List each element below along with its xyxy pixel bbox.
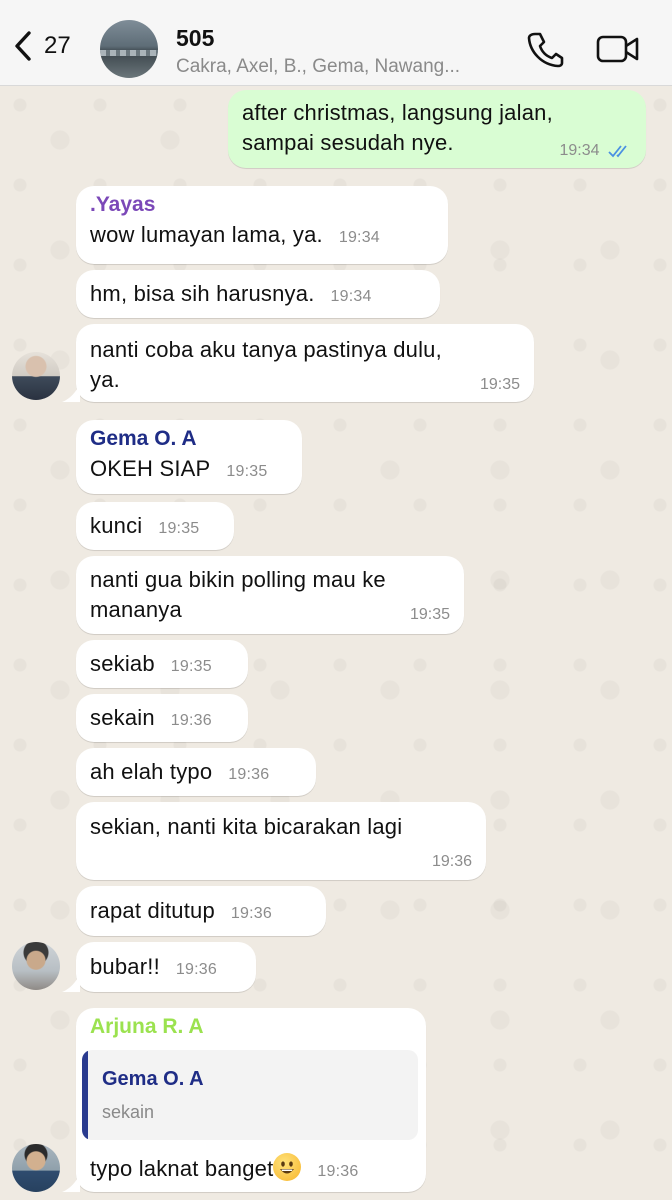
message-time: 19:34 <box>559 142 600 159</box>
message-text-line-1: nanti coba aku tanya pastinya dulu, <box>90 337 442 362</box>
unread-count: 27 <box>44 32 71 59</box>
message-text-line-2: mananya <box>90 597 182 622</box>
message-row: ah elah typo 19:36 <box>90 757 302 790</box>
message-time: 19:35 <box>409 606 450 623</box>
message-text: sekain <box>90 705 155 730</box>
message-row: rapat ditutup 19:36 <box>90 896 312 929</box>
outgoing-message-bubble[interactable]: after christmas, langsung jalan, sampai … <box>228 90 646 168</box>
incoming-message-bubble[interactable]: sekain 19:36 <box>76 694 248 742</box>
message-text: sekiab <box>90 651 155 676</box>
quote-accent-bar <box>82 1050 88 1140</box>
group-avatar[interactable] <box>100 20 158 78</box>
message-text: ah elah typo <box>90 759 213 784</box>
chat-members[interactable]: Cakra, Axel, B., Gema, Nawang... <box>176 56 516 78</box>
incoming-message-bubble[interactable]: ah elah typo 19:36 <box>76 748 316 796</box>
message-row: sekain 19:36 <box>90 703 234 736</box>
message-text-line-1: nanti gua bikin polling mau ke <box>90 567 386 592</box>
message-time: 19:36 <box>228 766 270 783</box>
quoted-text: sekain <box>102 1102 155 1122</box>
quoted-sender: Gema O. A <box>102 1068 204 1090</box>
message-time: 19:35 <box>479 376 520 393</box>
message-time: 19:35 <box>226 463 268 480</box>
message-row: wow lumayan lama, ya. 19:34 <box>90 220 434 253</box>
message-text: typo laknat banget <box>90 1156 274 1181</box>
message-text: OKEH SIAP <box>90 456 211 481</box>
message-text-line-1: after christmas, langsung jalan, <box>242 100 553 125</box>
bubble-tail <box>62 384 80 402</box>
chevron-left-icon <box>15 31 31 61</box>
incoming-message-bubble[interactable]: Gema O. A OKEH SIAP 19:35 <box>76 420 302 494</box>
message-row: bubar!! 19:36 <box>90 952 242 985</box>
message-time: 19:34 <box>330 288 372 305</box>
incoming-message-bubble[interactable]: nanti coba aku tanya pastinya dulu, ya. … <box>76 324 534 402</box>
message-text: kunci <box>90 513 143 538</box>
message-time: 19:35 <box>158 520 200 537</box>
bubble-tail <box>62 1174 80 1192</box>
sender-name: Arjuna R. A <box>90 1015 204 1038</box>
message-text: bubar!! <box>90 954 160 979</box>
incoming-message-bubble[interactable]: sekian, nanti kita bicarakan lagi 19:36 <box>76 802 486 880</box>
message-text: sekian, nanti kita bicarakan lagi <box>90 814 403 839</box>
message-text: wow lumayan lama, ya. <box>90 222 323 247</box>
message-time: 19:36 <box>230 905 272 922</box>
avatar[interactable] <box>12 352 60 400</box>
message-time: 19:34 <box>338 229 380 246</box>
message-meta: 19:34 <box>560 142 633 160</box>
incoming-message-bubble[interactable]: .Yayas wow lumayan lama, ya. 19:34 <box>76 186 448 264</box>
message-row: hm, bisa sih harusnya. 19:34 <box>90 279 426 312</box>
message-row: sekiab 19:35 <box>90 649 234 682</box>
incoming-message-bubble[interactable]: kunci 19:35 <box>76 502 234 550</box>
message-time: 19:36 <box>175 961 217 978</box>
sender-name: .Yayas <box>90 193 156 216</box>
grinning-face-emoji <box>273 1153 302 1181</box>
message-time: 19:36 <box>431 853 472 870</box>
back-button[interactable]: 27 <box>12 26 71 66</box>
video-camera-icon[interactable] <box>596 34 640 64</box>
incoming-message-bubble[interactable]: hm, bisa sih harusnya. 19:34 <box>76 270 440 318</box>
sender-name: Gema O. A <box>90 427 197 450</box>
incoming-message-bubble[interactable]: bubar!! 19:36 <box>76 942 256 992</box>
chat-header: 27 505 Cakra, Axel, B., Gema, Nawang... <box>0 0 672 86</box>
message-row: kunci 19:35 <box>90 511 220 544</box>
message-time: 19:35 <box>170 658 212 675</box>
message-text: rapat ditutup <box>90 898 215 923</box>
message-time: 19:36 <box>317 1163 359 1180</box>
incoming-message-bubble[interactable]: sekiab 19:35 <box>76 640 248 688</box>
message-text: hm, bisa sih harusnya. <box>90 281 315 306</box>
message-time: 19:36 <box>170 712 212 729</box>
incoming-message-bubble[interactable]: nanti gua bikin polling mau ke mananya 1… <box>76 556 464 634</box>
avatar[interactable] <box>12 942 60 990</box>
message-text-line-2: ya. <box>90 367 120 392</box>
avatar[interactable] <box>12 1144 60 1192</box>
quoted-message[interactable]: Gema O. A sekain <box>82 1050 418 1140</box>
chat-title[interactable]: 505 <box>176 25 214 52</box>
phone-icon[interactable] <box>526 30 564 68</box>
incoming-message-bubble[interactable]: rapat ditutup 19:36 <box>76 886 326 936</box>
message-row: OKEH SIAP 19:35 <box>90 454 288 487</box>
bubble-tail <box>62 974 80 992</box>
double-check-icon <box>608 145 627 158</box>
message-row: typo laknat banget 19:36 <box>90 1153 358 1187</box>
